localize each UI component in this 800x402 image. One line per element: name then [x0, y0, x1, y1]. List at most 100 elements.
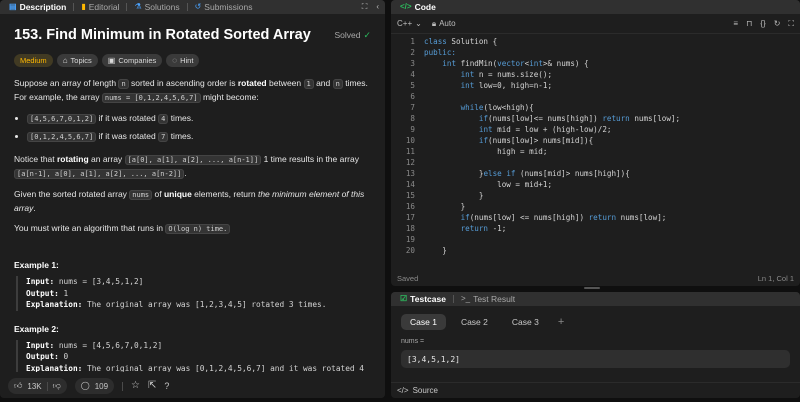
case-tab-3[interactable]: Case 3: [503, 314, 548, 330]
tab-divider: [452, 295, 454, 303]
line-number: 11: [405, 147, 415, 156]
code-text: high = mid;: [424, 147, 548, 156]
code-line[interactable]: 6: [391, 91, 800, 102]
label: Input:: [26, 340, 55, 350]
code-icon: </>: [400, 2, 412, 11]
code-line[interactable]: 13 }else if (nums[mid]> nums[high]){: [391, 168, 800, 179]
code-text: }: [424, 202, 466, 211]
autocomplete-mode[interactable]: 🔒︎ Auto: [432, 19, 456, 28]
add-case-icon[interactable]: +: [558, 316, 564, 328]
resize-handle[interactable]: [584, 287, 600, 289]
topics-label: Topics: [70, 56, 92, 65]
description-tab-actions: ⛶ ‹: [362, 0, 379, 14]
code-line[interactable]: 11 high = mid;: [391, 146, 800, 157]
code-line[interactable]: 15 }: [391, 190, 800, 201]
example-output: Output: 1: [26, 288, 371, 300]
tab-test-result[interactable]: >_ Test Result: [456, 292, 520, 306]
code-line[interactable]: 8 if(nums[low]<= nums[high]) return nums…: [391, 113, 800, 124]
title-row: 153. Find Minimum in Rotated Sorted Arra…: [14, 27, 371, 43]
problem-description: 153. Find Minimum in Rotated Sorted Arra…: [0, 14, 385, 372]
case-tab-1[interactable]: Case 1: [401, 314, 446, 330]
maximize-icon[interactable]: ⛶: [362, 3, 368, 11]
lock-icon: 🔒︎: [431, 18, 437, 28]
code-line[interactable]: 4 int n = nums.size();: [391, 69, 800, 80]
source-toggle[interactable]: </> Source: [391, 382, 800, 398]
case-tab-2[interactable]: Case 2: [452, 314, 497, 330]
code-line[interactable]: 5 int low=0, high=n-1;: [391, 80, 800, 91]
code-line[interactable]: 7 while(low<high){: [391, 102, 800, 113]
thumbs-up-icon[interactable]: 👍︎: [14, 382, 22, 390]
reset-icon[interactable]: ↻: [774, 19, 781, 28]
code-line[interactable]: 1 class Solution {: [391, 36, 800, 47]
tab-testcase-label: Testcase: [410, 294, 446, 304]
thumbs-down-icon[interactable]: 👎︎: [53, 382, 61, 390]
line-number: 18: [405, 224, 415, 233]
tab-code[interactable]: </> Code: [395, 0, 441, 14]
code-icon: </>: [397, 385, 409, 395]
flask-icon: ⚗: [134, 2, 142, 11]
divider: [46, 381, 48, 391]
text: Notice that: [14, 154, 57, 164]
source-label: Source: [412, 386, 438, 395]
solved-label: Solved: [334, 30, 361, 40]
code-text: public:: [424, 48, 457, 57]
tab-editorial[interactable]: ▮ Editorial: [76, 0, 124, 14]
mode-label: Auto: [439, 19, 456, 28]
chevron-left-icon[interactable]: ‹: [376, 3, 379, 11]
tab-testcase[interactable]: ☑ Testcase: [395, 292, 451, 306]
bold-text: rotating: [57, 154, 89, 164]
inline-code: 7: [158, 132, 169, 142]
code-editor[interactable]: 1 class Solution {2 public: 3 int findMin(v…: [391, 36, 800, 268]
code-line[interactable]: 19: [391, 234, 800, 245]
inline-code: n: [118, 79, 129, 89]
topics-chip[interactable]: ⌂ Topics: [56, 54, 98, 67]
line-number: 6: [410, 92, 415, 101]
code-line[interactable]: 10 if(nums[low]> nums[mid]){: [391, 135, 800, 146]
code-line[interactable]: 3 int findMin(vector<int>& nums) {: [391, 58, 800, 69]
code-line[interactable]: 18 return -1;: [391, 223, 800, 234]
code-text: int mid = low + (high-low)/2;: [478, 125, 612, 134]
code-line[interactable]: 12: [391, 157, 800, 168]
tab-divider: [126, 3, 128, 11]
tab-solutions[interactable]: ⚗ Solutions: [129, 0, 184, 14]
share-icon[interactable]: ⇱: [148, 381, 156, 391]
case-tabs: Case 1 Case 2 Case 3 +: [391, 306, 800, 330]
paragraph-task: Given the sorted rotated array nums of u…: [14, 188, 371, 215]
code-line[interactable]: 16 }: [391, 201, 800, 212]
bookmark-icon[interactable]: ⊓: [746, 19, 752, 28]
inline-code: O(log n) time.: [165, 224, 231, 234]
rotation-examples-list: [4,5,6,7,0,1,2] if it was rotated 4 time…: [27, 110, 371, 146]
star-icon[interactable]: ☆: [131, 381, 140, 391]
code-line[interactable]: 9 int mid = low + (high-low)/2;: [391, 124, 800, 135]
tab-description[interactable]: ▤ Description: [4, 0, 71, 14]
cursor-position: Ln 1, Col 1: [757, 273, 794, 283]
paragraph-rotation-note: Notice that rotating an array [a[0], a[1…: [14, 153, 371, 181]
code-line[interactable]: 2 public:: [391, 47, 800, 58]
fullscreen-icon[interactable]: ⛶: [788, 19, 794, 28]
code-line[interactable]: 17 if(nums[low] <= nums[high]) return nu…: [391, 212, 800, 223]
format-icon[interactable]: ≡: [733, 19, 738, 28]
text: might become:: [200, 92, 259, 102]
value: 0: [58, 352, 69, 361]
help-icon[interactable]: ?: [164, 381, 169, 391]
tab-test-result-label: Test Result: [473, 294, 516, 304]
language-select[interactable]: C++ ⌄: [397, 19, 422, 28]
text: 1 time results in the array: [261, 154, 359, 164]
braces-icon[interactable]: {}: [760, 19, 765, 28]
description-panel: ▤ Description ▮ Editorial ⚗ Solutions ↺ …: [0, 0, 385, 398]
code-line[interactable]: 14 low = mid+1;: [391, 179, 800, 190]
problem-title[interactable]: 153. Find Minimum in Rotated Sorted Arra…: [14, 27, 311, 43]
param-input[interactable]: [3,4,5,1,2]: [401, 350, 790, 368]
lock-icon: ▣: [107, 55, 116, 65]
tab-submissions[interactable]: ↺ Submissions: [190, 0, 258, 14]
comments-button[interactable]: ◯ 109: [74, 378, 115, 394]
hint-chip[interactable]: ◌ Hint: [166, 54, 200, 67]
companies-chip[interactable]: ▣ Companies: [101, 54, 163, 67]
line-number: 8: [410, 114, 415, 123]
text: an array: [88, 154, 125, 164]
text: times.: [168, 113, 194, 123]
code-line[interactable]: 20 }: [391, 245, 800, 256]
tab-divider: [186, 3, 188, 11]
line-number: 9: [410, 125, 415, 134]
